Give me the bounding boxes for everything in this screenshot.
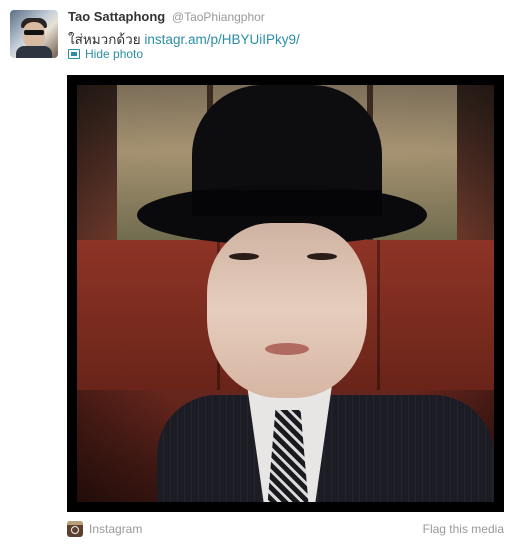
instagram-label: Instagram: [89, 522, 143, 536]
photo-lips: [265, 343, 309, 355]
avatar[interactable]: [10, 10, 58, 58]
hide-photo-label: Hide photo: [85, 47, 144, 61]
media-footer: Instagram Flag this media: [67, 520, 504, 540]
photo-face: [207, 223, 367, 398]
instagram-icon: [67, 521, 83, 537]
tweet-body: ใส่หมวกด้วย: [68, 32, 141, 47]
flag-media-link[interactable]: Flag this media: [423, 522, 504, 536]
avatar-face: [23, 22, 45, 48]
photo-eye: [307, 253, 337, 260]
photo-eye: [229, 253, 259, 260]
tweet-photo[interactable]: [77, 85, 494, 502]
photo-icon: [68, 49, 80, 59]
author-name[interactable]: Tao Sattaphong: [68, 9, 165, 24]
instagram-source-link[interactable]: Instagram: [67, 521, 142, 537]
hide-photo-button[interactable]: Hide photo: [68, 47, 143, 61]
tweet-link[interactable]: instagr.am/p/HBYUiIPky9/: [144, 32, 299, 47]
tweet-header: Tao Sattaphong @TaoPhiangphor: [68, 9, 265, 24]
photo-hat-band: [192, 190, 382, 216]
avatar-body: [16, 46, 52, 58]
author-handle[interactable]: @TaoPhiangphor: [172, 10, 265, 24]
media-frame: [67, 75, 504, 512]
sofa-seam: [377, 240, 380, 390]
avatar-sunglasses: [24, 30, 44, 35]
